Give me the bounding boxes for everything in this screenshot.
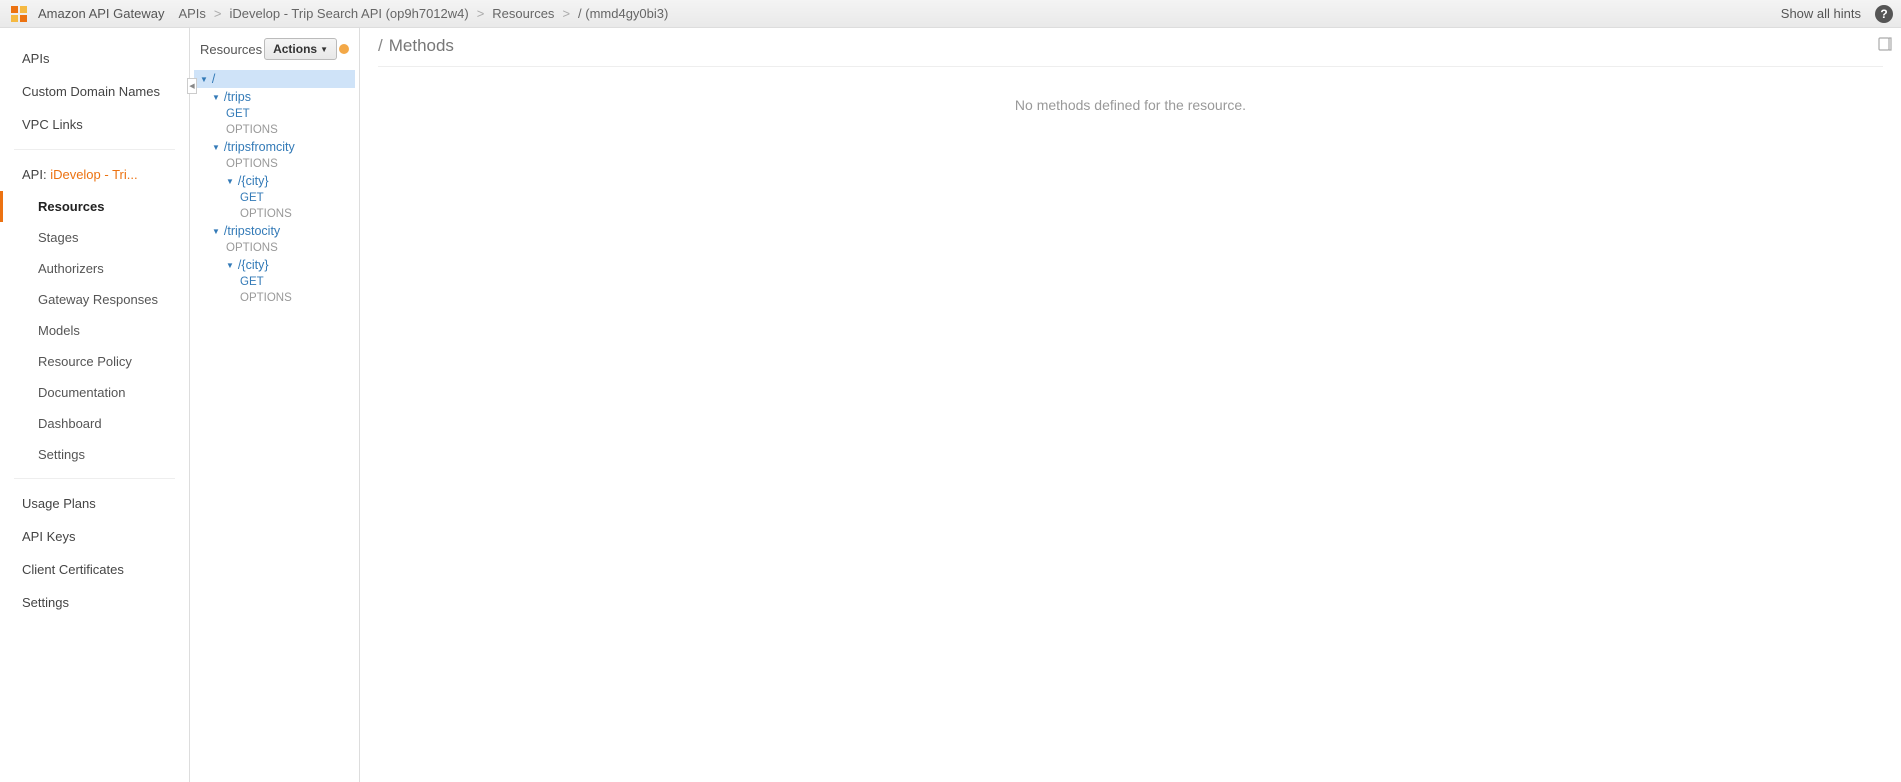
tree-method-options[interactable]: OPTIONS [194, 240, 355, 256]
actions-label: Actions [273, 42, 317, 56]
service-name[interactable]: Amazon API Gateway [38, 6, 164, 21]
sidebar-item-api-keys[interactable]: API Keys [0, 520, 189, 553]
tree-node-trips[interactable]: ▼ /trips [194, 88, 355, 106]
divider [14, 149, 175, 150]
caret-down-icon: ▼ [200, 75, 208, 84]
sidebar-item-gateway-responses[interactable]: Gateway Responses [0, 284, 189, 315]
tree-node-city[interactable]: ▼ /{city} [194, 256, 355, 274]
sidebar-item-custom-domain[interactable]: Custom Domain Names [0, 75, 189, 108]
sidebar-item-stages[interactable]: Stages [0, 222, 189, 253]
documentation-icon[interactable] [1877, 36, 1893, 55]
tree-method-get[interactable]: GET [194, 274, 355, 290]
topbar-right: Show all hints ? [1781, 5, 1893, 23]
empty-message: No methods defined for the resource. [378, 97, 1883, 113]
resources-title: Resources [200, 42, 262, 57]
actions-button[interactable]: Actions ▼ [264, 38, 337, 60]
sidebar-item-client-certs[interactable]: Client Certificates [0, 553, 189, 586]
topbar: Amazon API Gateway APIs > iDevelop - Tri… [0, 0, 1901, 28]
tree-path: /tripstocity [224, 224, 280, 238]
sidebar-item-apis[interactable]: APIs [0, 42, 189, 75]
sidebar-item-resource-policy[interactable]: Resource Policy [0, 346, 189, 377]
sidebar-item-resources[interactable]: Resources [0, 191, 189, 222]
tree-path: /tripsfromcity [224, 140, 295, 154]
tree-method-options[interactable]: OPTIONS [194, 122, 355, 138]
sidebar-api-header[interactable]: API: iDevelop - Tri... [0, 158, 189, 191]
tree-method-get[interactable]: GET [194, 190, 355, 206]
tree-node-city[interactable]: ▼ /{city} [194, 172, 355, 190]
resources-tree: ▼ / ▼ /trips GET OPTIONS ▼ /tripsfromcit… [194, 70, 355, 306]
breadcrumb-resource[interactable]: / (mmd4gy0bi3) [578, 6, 668, 21]
chevron-right-icon: > [562, 6, 570, 21]
sidebar: APIs Custom Domain Names VPC Links API: … [0, 28, 190, 782]
sidebar-item-models[interactable]: Models [0, 315, 189, 346]
sidebar-item-usage-plans[interactable]: Usage Plans [0, 487, 189, 520]
tree-path: /{city} [238, 258, 269, 272]
resources-panel: Resources Actions ▼ ▼ / ▼ /trips GET OPT… [190, 28, 360, 782]
tree-method-options[interactable]: OPTIONS [194, 290, 355, 306]
sidebar-item-vpc-links[interactable]: VPC Links [0, 108, 189, 141]
breadcrumb-apis[interactable]: APIs [178, 6, 205, 21]
tree-node-tripsfromcity[interactable]: ▼ /tripsfromcity [194, 138, 355, 156]
sidebar-item-authorizers[interactable]: Authorizers [0, 253, 189, 284]
sidebar-item-global-settings[interactable]: Settings [0, 586, 189, 619]
breadcrumb-resources[interactable]: Resources [492, 6, 554, 21]
tree-method-get[interactable]: GET [194, 106, 355, 122]
tree-node-root[interactable]: ▼ / [194, 70, 355, 88]
breadcrumb: APIs > iDevelop - Trip Search API (op9h7… [178, 6, 668, 21]
resources-header: Resources Actions ▼ [194, 36, 355, 70]
caret-down-icon: ▼ [226, 177, 234, 186]
tree-path: /trips [224, 90, 251, 104]
main: APIs Custom Domain Names VPC Links API: … [0, 28, 1901, 782]
caret-down-icon: ▼ [320, 45, 328, 54]
sidebar-item-dashboard[interactable]: Dashboard [0, 408, 189, 439]
sidebar-collapse-handle[interactable] [187, 78, 197, 94]
content: / Methods No methods defined for the res… [360, 28, 1901, 782]
tree-path: / [212, 72, 215, 86]
chevron-right-icon: > [477, 6, 485, 21]
api-prefix: API: [22, 167, 50, 182]
sidebar-item-settings[interactable]: Settings [0, 439, 189, 470]
sidebar-item-documentation[interactable]: Documentation [0, 377, 189, 408]
breadcrumb-api[interactable]: iDevelop - Trip Search API (op9h7012w4) [230, 6, 469, 21]
show-hints-link[interactable]: Show all hints [1781, 6, 1861, 21]
divider [14, 478, 175, 479]
help-icon[interactable]: ? [1875, 5, 1893, 23]
tree-path: /{city} [238, 174, 269, 188]
caret-down-icon: ▼ [212, 227, 220, 236]
resource-path-label: / [378, 36, 383, 56]
status-dot-icon [339, 44, 349, 54]
tree-method-options[interactable]: OPTIONS [194, 206, 355, 222]
tree-method-options[interactable]: OPTIONS [194, 156, 355, 172]
tree-node-tripstocity[interactable]: ▼ /tripstocity [194, 222, 355, 240]
caret-down-icon: ▼ [226, 261, 234, 270]
caret-down-icon: ▼ [212, 93, 220, 102]
chevron-right-icon: > [214, 6, 222, 21]
section-title: Methods [389, 36, 454, 56]
content-header: / Methods [378, 36, 1883, 67]
aws-logo-icon [8, 3, 30, 25]
api-name: iDevelop - Tri... [50, 167, 137, 182]
caret-down-icon: ▼ [212, 143, 220, 152]
